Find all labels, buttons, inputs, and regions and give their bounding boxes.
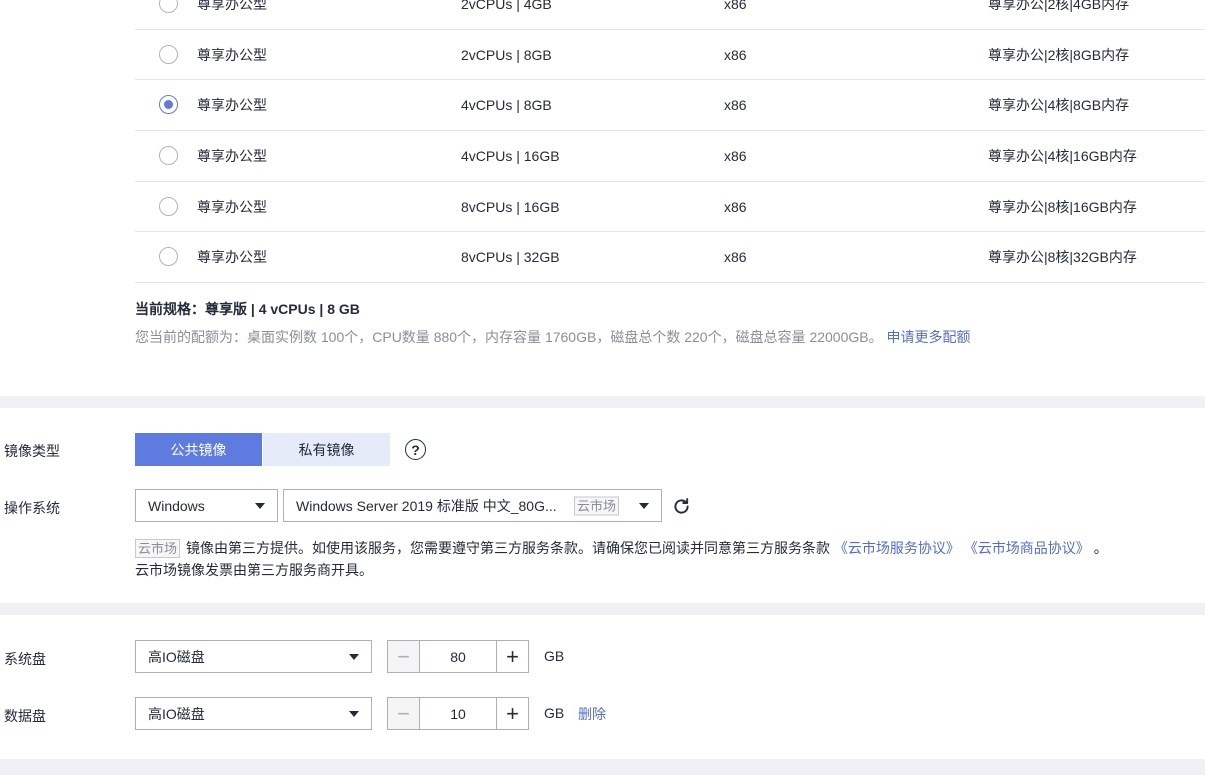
spec-type: 尊享办公型 [197,46,267,63]
system-disk-unit: GB [544,648,565,664]
data-disk-size-stepper[interactable]: − + [387,697,529,730]
spec-desc: 尊享办公|8核|32GB内存 [988,249,1137,266]
spec-config: 8vCPUs | 32GB [461,249,560,266]
help-icon[interactable]: ? [405,439,426,460]
apply-quota-link[interactable]: 申请更多配额 [887,329,971,345]
spec-arch: x86 [724,97,747,114]
chevron-down-icon [255,502,265,509]
spec-radio[interactable] [159,44,178,64]
spec-arch: x86 [724,249,747,266]
public-image-tab[interactable]: 公共镜像 [135,433,262,466]
spec-row[interactable]: 尊享办公型 2vCPUs | 4GB x86 尊享办公|2核|4GB内存 [135,0,1205,30]
spec-row[interactable]: 尊享办公型 4vCPUs | 8GB x86 尊享办公|4核|8GB内存 [135,80,1205,132]
spec-desc: 尊享办公|4核|16GB内存 [988,147,1137,164]
system-disk-size-stepper[interactable]: − + [387,640,529,673]
data-disk-type-value: 高IO磁盘 [148,705,205,722]
os-label: 操作系统 [4,500,60,516]
spec-arch: x86 [724,198,747,215]
system-disk-type-value: 高IO磁盘 [148,648,205,665]
spec-desc: 尊享办公|2核|8GB内存 [988,46,1130,63]
market-tag: 云市场 [135,539,181,558]
spec-type: 尊享办公型 [197,198,267,215]
plus-icon[interactable]: + [496,698,528,729]
system-disk-label: 系统盘 [4,651,46,667]
data-disk-label: 数据盘 [4,708,46,724]
current-spec: 当前规格：尊享版 | 4 vCPUs | 8 GB [135,299,360,319]
spec-arch: x86 [724,46,747,63]
section-divider [0,759,1205,775]
spec-config: 2vCPUs | 8GB [461,46,552,63]
market-tag: 云市场 [574,496,620,515]
system-disk-size-input[interactable] [420,641,496,672]
chevron-down-icon [349,710,359,717]
plus-icon[interactable]: + [496,641,528,672]
spec-radio[interactable] [159,145,178,165]
spec-config: 4vCPUs | 16GB [461,147,560,164]
spec-row[interactable]: 尊享办公型 8vCPUs | 16GB x86 尊享办公|8核|16GB内存 [135,182,1205,233]
delete-data-disk-link[interactable]: 删除 [578,704,606,724]
chevron-down-icon [349,653,359,660]
os-select-value: Windows [148,497,205,514]
minus-icon[interactable]: − [388,698,420,729]
spec-desc: 尊享办公|4核|8GB内存 [988,97,1130,114]
spec-radio[interactable] [159,247,178,267]
spec-table: 尊享办公型 2vCPUs | 4GB x86 尊享办公|2核|4GB内存 尊享办… [135,0,1205,284]
spec-type: 尊享办公型 [197,147,267,164]
notice-end: 。 [1093,540,1108,556]
market-notice: 云市场 镜像由第三方提供。如使用该服务，您需要遵守第三方服务条款。请确保您已阅读并… [135,537,1108,581]
os-version-value: Windows Server 2019 标准版 中文_80G... [296,497,557,514]
os-version-select[interactable]: Windows Server 2019 标准版 中文_80G... 云市场 [283,489,662,522]
current-spec-label: 当前规格： [135,301,205,317]
spec-config: 8vCPUs | 16GB [461,198,560,215]
spec-arch: x86 [724,0,747,12]
quota-info: 您当前的配额为：桌面实例数 100个，CPU数量 880个，内存容量 1760G… [135,327,971,347]
private-image-tab[interactable]: 私有镜像 [263,433,390,466]
minus-icon[interactable]: − [388,641,420,672]
spec-type: 尊享办公型 [197,97,267,114]
current-spec-value: 尊享版 | 4 vCPUs | 8 GB [205,301,360,317]
spec-type: 尊享办公型 [197,249,267,266]
os-select[interactable]: Windows [135,489,278,522]
data-disk-unit: GB [544,705,565,721]
section-divider [0,396,1205,408]
refresh-icon[interactable] [671,496,692,517]
spec-config: 2vCPUs | 4GB [461,0,552,12]
notice-text: 镜像由第三方提供。如使用该服务，您需要遵守第三方服务条款。请确保您已阅读并同意第… [186,540,831,556]
market-product-agreement-link[interactable]: 《云市场商品协议》 [964,540,1090,556]
notice-line2: 云市场镜像发票由第三方服务商开具。 [135,562,373,578]
spec-config: 4vCPUs | 8GB [461,97,552,114]
spec-row[interactable]: 尊享办公型 2vCPUs | 8GB x86 尊享办公|2核|8GB内存 [135,30,1205,81]
spec-desc: 尊享办公|2核|4GB内存 [988,0,1130,12]
quota-text: 您当前的配额为：桌面实例数 100个，CPU数量 880个，内存容量 1760G… [135,329,883,345]
spec-type: 尊享办公型 [197,0,267,12]
system-disk-type-select[interactable]: 高IO磁盘 [135,640,372,673]
image-type-label: 镜像类型 [4,443,60,459]
data-disk-size-input[interactable] [420,698,496,729]
data-disk-type-select[interactable]: 高IO磁盘 [135,697,372,730]
market-service-agreement-link[interactable]: 《云市场服务协议》 [834,540,960,556]
spec-row[interactable]: 尊享办公型 8vCPUs | 32GB x86 尊享办公|8核|32GB内存 [135,232,1205,284]
spec-row[interactable]: 尊享办公型 4vCPUs | 16GB x86 尊享办公|4核|16GB内存 [135,131,1205,182]
spec-radio[interactable] [159,196,178,216]
section-divider [0,603,1205,615]
spec-radio[interactable] [159,0,178,13]
spec-arch: x86 [724,147,747,164]
chevron-down-icon [639,502,649,509]
spec-radio-selected[interactable] [159,95,178,115]
spec-desc: 尊享办公|8核|16GB内存 [988,198,1137,215]
